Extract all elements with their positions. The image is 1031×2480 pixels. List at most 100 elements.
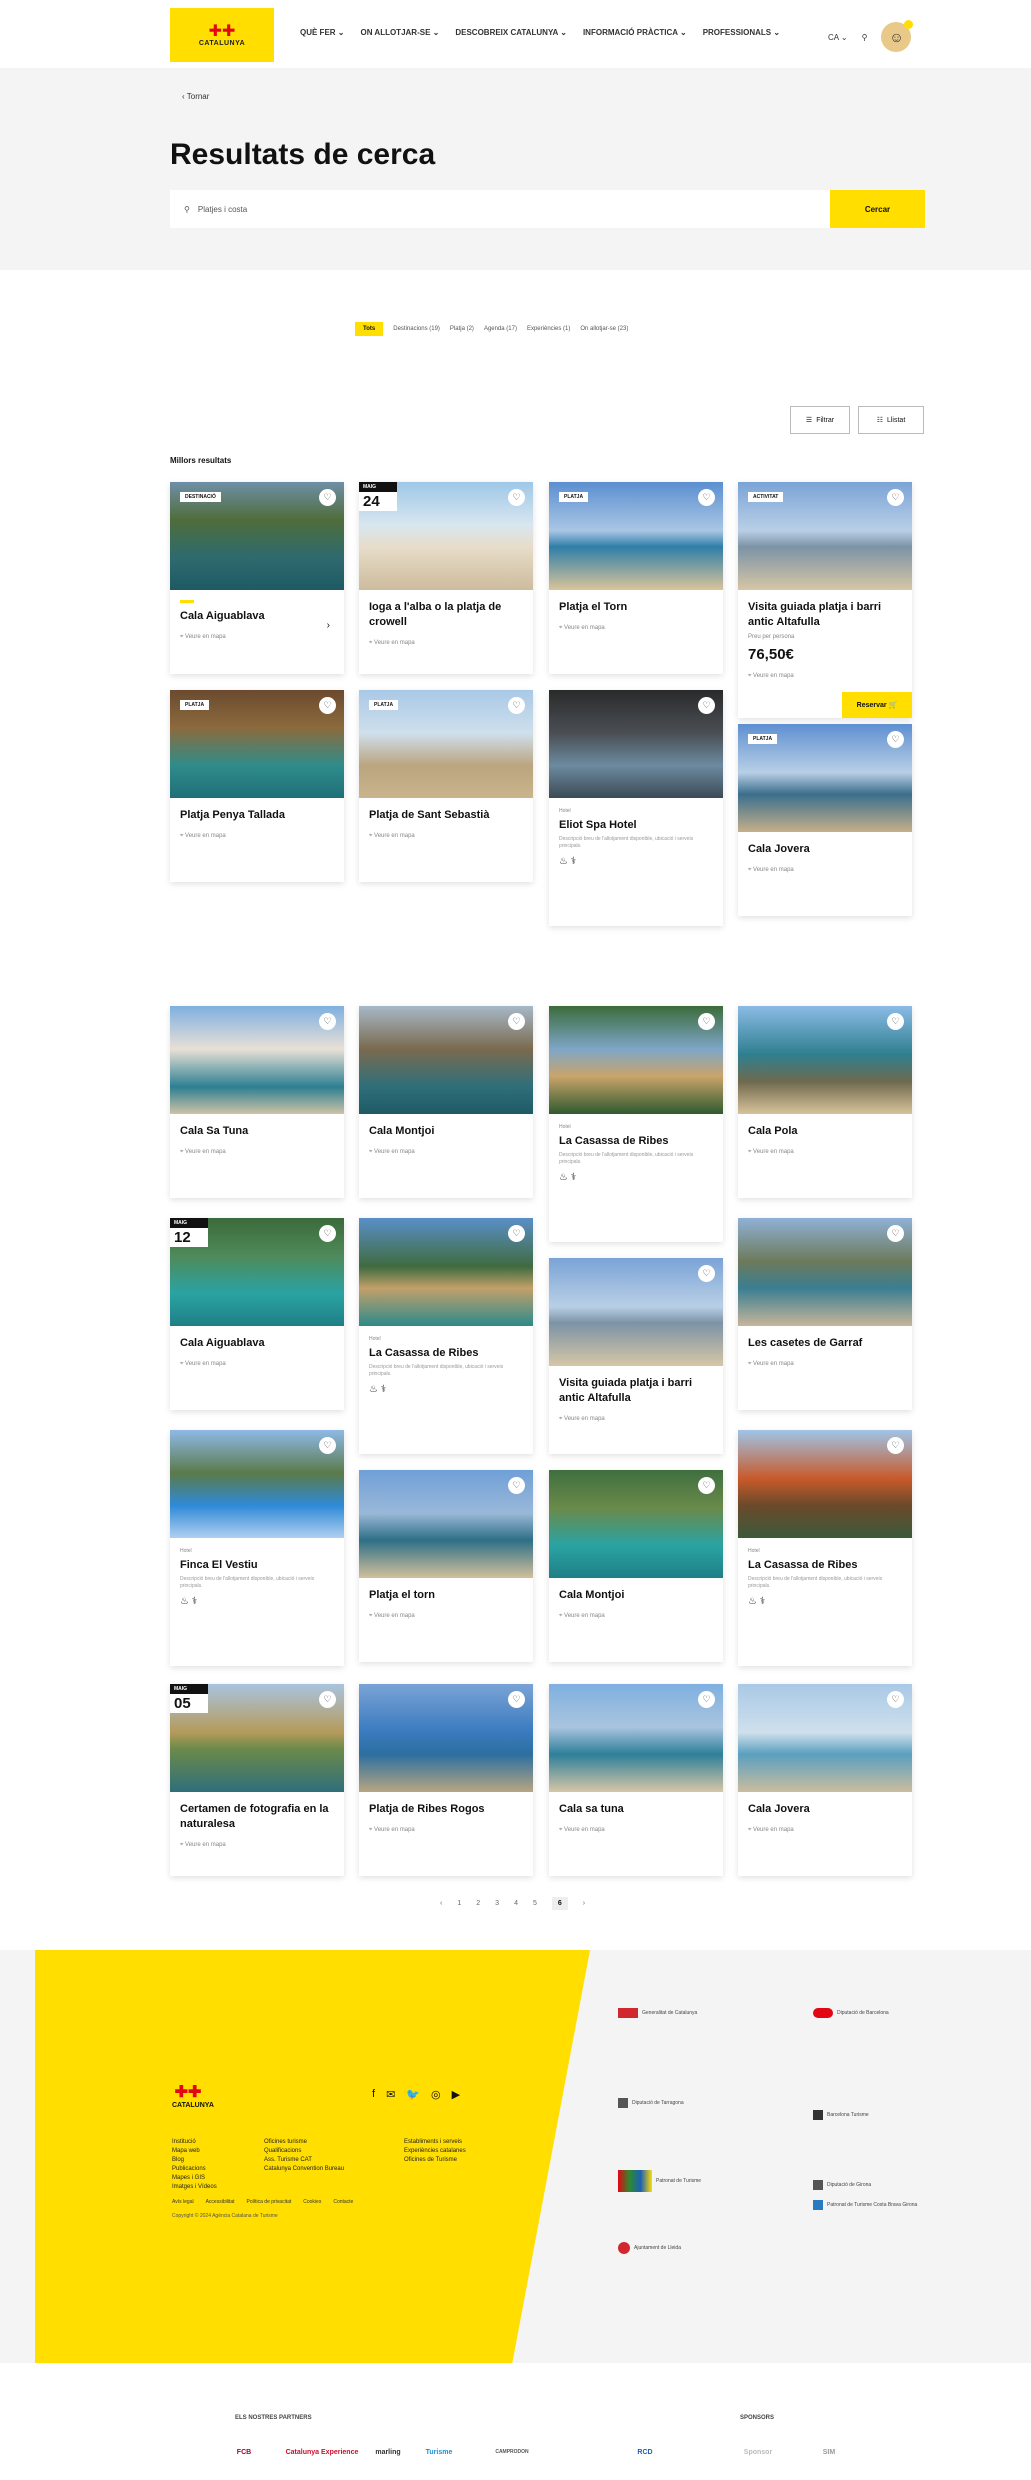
institution-logo[interactable]: Diputació de Girona (813, 2180, 871, 2190)
card-title[interactable]: La Casassa de Ribes (369, 1346, 523, 1361)
mail-icon[interactable]: ✉ (386, 2088, 395, 2101)
nav-item-allotjar[interactable]: ON ALLOTJAR-SE ⌄ (360, 28, 439, 37)
footer-link[interactable]: Experiències catalanes (404, 2147, 466, 2156)
card-title[interactable]: Platja el torn (369, 1588, 523, 1603)
sponsor-logo[interactable]: Sponsor (738, 2440, 778, 2464)
result-card[interactable]: PLATJA ♡ Platja el Torn ⌖ Veure en mapa (549, 482, 723, 674)
youtube-icon[interactable]: ▶ (452, 2088, 460, 2101)
reserve-button[interactable]: Reservar 🛒 (842, 692, 912, 718)
prev-page-button[interactable]: ‹ (440, 1900, 442, 1907)
tab-tots[interactable]: Tots (355, 322, 384, 336)
result-card[interactable]: ♡ Cala Montjoi ⌖ Veure en mapa (549, 1470, 723, 1662)
card-image[interactable]: DESTINACIÓ ♡ (170, 482, 344, 590)
favorite-heart-icon[interactable]: ♡ (698, 489, 715, 506)
nav-item-professionals[interactable]: PROFESSIONALS ⌄ (703, 28, 780, 37)
card-image[interactable]: ♡ (359, 1470, 533, 1578)
favorite-heart-icon[interactable]: ♡ (698, 1265, 715, 1282)
map-link[interactable]: ⌖ Veure en mapa (559, 625, 713, 632)
institution-logo[interactable]: Ajuntament de Lleida (618, 2242, 681, 2254)
card-image[interactable]: ♡ (549, 1470, 723, 1578)
partner-logo[interactable]: RCD (630, 2440, 660, 2464)
map-link[interactable]: ⌖ Veure en mapa (748, 1149, 902, 1156)
map-link[interactable]: ⌖ Veure en mapa (748, 1827, 902, 1834)
legal-link[interactable]: Política de privacitat (247, 2199, 292, 2205)
favorite-heart-icon[interactable]: ♡ (319, 489, 336, 506)
result-card[interactable]: PLATJA ♡ Platja Penya Tallada ⌖ Veure en ma… (170, 690, 344, 882)
card-title[interactable]: Ioga a l'alba o la platja de crowell (369, 600, 523, 630)
card-image[interactable]: ♡ (738, 1218, 912, 1326)
footer-link[interactable]: Mapa web (172, 2147, 217, 2156)
page-link[interactable]: 4 (514, 1900, 518, 1907)
card-title[interactable]: Cala Montjoi (369, 1124, 523, 1139)
card-title[interactable]: Cala Pola (748, 1124, 902, 1139)
legal-link[interactable]: Contacte (333, 2199, 353, 2205)
card-title[interactable]: Eliot Spa Hotel (559, 818, 713, 833)
favorite-heart-icon[interactable]: ♡ (508, 1225, 525, 1242)
result-card[interactable]: ♡ Cala Sa Tuna ⌖ Veure en mapa (170, 1006, 344, 1198)
favorite-heart-icon[interactable]: ♡ (887, 489, 904, 506)
map-link[interactable]: ⌖ Veure en mapa (369, 1613, 523, 1620)
favorite-heart-icon[interactable]: ♡ (887, 1691, 904, 1708)
card-image[interactable]: ♡ (170, 1006, 344, 1114)
map-link[interactable]: ⌖ Veure en mapa (369, 1827, 523, 1834)
card-title[interactable]: Cala Aiguablava (180, 1336, 334, 1351)
map-link[interactable]: ⌖ Veure en mapa (180, 634, 334, 641)
next-page-button[interactable]: › (583, 1900, 585, 1907)
result-card[interactable]: ACTIVITAT ♡ Visita guiada platja i barri a… (738, 482, 912, 718)
card-title[interactable]: Cala Aiguablava (180, 609, 334, 624)
favorite-heart-icon[interactable]: ♡ (319, 697, 336, 714)
footer-link[interactable]: Publicacions (172, 2165, 217, 2174)
footer-link[interactable]: Oficines de Turisme (404, 2156, 466, 2165)
map-link[interactable]: ⌖ Veure en mapa (180, 833, 334, 840)
footer-link[interactable]: Qualificacions (264, 2147, 344, 2156)
institution-logo[interactable]: Patronat de Turisme (618, 2170, 701, 2192)
map-link[interactable]: ⌖ Veure en mapa (559, 1827, 713, 1834)
card-image[interactable]: ♡ (359, 1684, 533, 1792)
back-link[interactable]: ‹ Tornar (182, 92, 209, 101)
map-link[interactable]: ⌖ Veure en mapa (748, 867, 902, 874)
favorite-heart-icon[interactable]: ♡ (319, 1437, 336, 1454)
map-link[interactable]: ⌖ Veure en mapa (559, 1613, 713, 1620)
card-title[interactable]: Cala Montjoi (559, 1588, 713, 1603)
card-title[interactable]: Visita guiada platja i barri antic Altaf… (748, 600, 902, 630)
footer-link[interactable]: Imatges i Vídeos (172, 2183, 217, 2192)
card-image[interactable]: ♡ (738, 1684, 912, 1792)
favorite-heart-icon[interactable]: ♡ (508, 1691, 525, 1708)
card-image[interactable]: ♡ (549, 1684, 723, 1792)
institution-logo[interactable]: Diputació de Barcelona (813, 2008, 889, 2018)
favorite-heart-icon[interactable]: ♡ (319, 1225, 336, 1242)
partner-logo[interactable]: FCB (230, 2440, 258, 2464)
card-image[interactable]: MAIG 24 ♡ (359, 482, 533, 590)
footer-link[interactable]: Blog (172, 2156, 217, 2165)
card-image[interactable]: PLATJA ♡ (738, 724, 912, 832)
card-image[interactable]: MAIG 05 ♡ (170, 1684, 344, 1792)
result-card[interactable]: ♡ Cala sa tuna ⌖ Veure en mapa (549, 1684, 723, 1876)
result-card[interactable]: ♡ Hotel La Casassa de Ribes Descripció breu… (738, 1430, 912, 1666)
map-link[interactable]: ⌖ Veure en mapa (180, 1842, 334, 1849)
favorite-heart-icon[interactable]: ♡ (698, 697, 715, 714)
result-card[interactable]: PLATJA ♡ Platja de Sant Sebastià ⌖ Veure en… (359, 690, 533, 882)
tab-platja[interactable]: Platja (2) (450, 326, 474, 332)
map-link[interactable]: ⌖ Veure en mapa (369, 1149, 523, 1156)
card-image[interactable]: ♡ (170, 1430, 344, 1538)
card-image[interactable]: MAIG 12 ♡ (170, 1218, 344, 1326)
card-title[interactable]: Platja de Sant Sebastià (369, 808, 523, 823)
card-title[interactable]: Cala sa tuna (559, 1802, 713, 1817)
page-link[interactable]: 3 (495, 1900, 499, 1907)
favorite-heart-icon[interactable]: ♡ (508, 489, 525, 506)
map-link[interactable]: ⌖ Veure en mapa (559, 1416, 713, 1423)
card-title[interactable]: Cala Sa Tuna (180, 1124, 334, 1139)
footer-logo[interactable]: ✚✚ CATALUNYA (172, 2082, 214, 2109)
card-image[interactable]: ♡ (738, 1006, 912, 1114)
favorite-heart-icon[interactable]: ♡ (319, 1691, 336, 1708)
language-selector[interactable]: CA ⌄ (828, 33, 848, 42)
result-card[interactable]: ♡ Cala Jovera ⌖ Veure en mapa (738, 1684, 912, 1876)
result-card[interactable]: MAIG 12 ♡ Cala Aiguablava ⌖ Veure en mapa (170, 1218, 344, 1410)
twitter-icon[interactable]: 🐦 (406, 2088, 420, 2101)
page-link[interactable]: 1 (457, 1900, 461, 1907)
card-image[interactable]: PLATJA ♡ (170, 690, 344, 798)
legal-link[interactable]: Accessibilitat (206, 2199, 235, 2205)
tab-agenda[interactable]: Agenda (17) (484, 326, 517, 332)
result-card[interactable]: ♡ Cala Montjoi ⌖ Veure en mapa (359, 1006, 533, 1198)
nav-item-que-fer[interactable]: QUÈ FER ⌄ (300, 28, 344, 37)
